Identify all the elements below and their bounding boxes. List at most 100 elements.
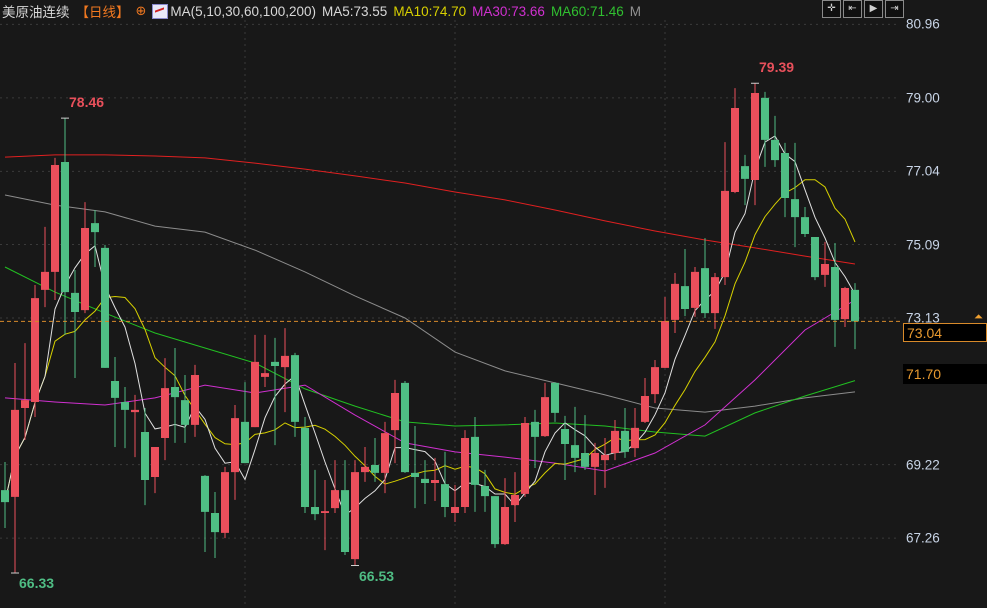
ma30-value: MA30:73.66 [472, 3, 545, 19]
candle-body [171, 387, 179, 398]
current-price-label: 73.04 [903, 323, 987, 343]
candle-body [781, 153, 789, 198]
candle [521, 417, 529, 497]
candle-body [191, 375, 199, 425]
candle [331, 460, 339, 513]
candle [71, 270, 79, 378]
candle-body [121, 402, 129, 410]
candle [831, 243, 839, 347]
candlestick-chart[interactable] [0, 0, 987, 608]
candle-body [841, 288, 849, 320]
candle-body [641, 396, 649, 422]
candle-body [661, 321, 669, 368]
candle-body [261, 373, 269, 377]
axis-tick-label: 75.09 [906, 237, 940, 252]
candle [781, 142, 789, 218]
candle [741, 154, 749, 206]
candle-body [791, 199, 799, 218]
candle-body [251, 361, 259, 428]
candle-body [561, 429, 569, 444]
candle-body [11, 409, 19, 497]
ma60-value: MA60:71.46 [550, 3, 624, 19]
candle-body [581, 453, 589, 467]
candle [611, 420, 619, 461]
candle [471, 417, 479, 512]
candle [641, 378, 649, 423]
candle-body [31, 298, 39, 402]
candle-body [391, 393, 399, 431]
candle-body [411, 472, 419, 477]
candle-body [331, 490, 339, 509]
candle-body [711, 277, 719, 314]
candle-body [431, 480, 439, 483]
candle-body [751, 93, 759, 180]
candle [801, 207, 809, 237]
candle-body [721, 190, 729, 278]
candle [651, 360, 659, 404]
ma-params[interactable]: MA(5,10,30,60,100,200) [170, 4, 316, 19]
zoom-to-start-icon[interactable]: ⇤ [843, 0, 862, 18]
candle-body [101, 247, 109, 368]
crosshair-tool-icon[interactable]: ✛ [822, 0, 841, 18]
candle [481, 469, 489, 512]
candle-body [701, 268, 709, 314]
candle [231, 405, 239, 500]
candle-body [241, 421, 249, 464]
candle-body [111, 381, 119, 398]
scroll-up-arrow-icon[interactable]: ⏶ [974, 312, 983, 323]
candle-body [131, 409, 139, 413]
candle [101, 244, 109, 368]
candle [81, 202, 89, 314]
candle-body [491, 496, 499, 545]
candle [21, 343, 29, 440]
candle-body [161, 388, 169, 438]
low-label: 66.33 [19, 575, 55, 591]
candle-body [571, 445, 579, 458]
low-label: 66.53 [359, 567, 395, 584]
candle [311, 469, 319, 521]
candle-body [221, 472, 229, 533]
candle [401, 381, 409, 473]
candle [491, 496, 499, 548]
candle [11, 363, 19, 573]
candle-body [591, 453, 599, 467]
candle [61, 118, 69, 335]
candle [721, 142, 729, 285]
candle [31, 285, 39, 417]
candle [261, 334, 269, 387]
chart-toolbar: ✛ ⇤ ▶ ⇥ [822, 0, 904, 18]
candle [531, 409, 539, 468]
candle-body [361, 466, 369, 473]
candle [501, 478, 509, 545]
candle-body [151, 447, 159, 477]
add-indicator-icon[interactable]: ⊕ [136, 3, 147, 19]
axis-tick-label: 80.96 [906, 16, 940, 32]
candle [711, 273, 719, 329]
candle-body [141, 432, 149, 480]
candle-body [531, 421, 539, 437]
candle-body [851, 289, 859, 322]
high-label: 79.39 [759, 59, 795, 76]
candle-body [731, 108, 739, 192]
candle-body [621, 430, 629, 452]
axis-tick-label: 79.00 [906, 90, 940, 106]
ma-price-label: 71.70 [903, 363, 987, 384]
candle-body [291, 355, 299, 422]
indicator-chart-icon[interactable] [152, 3, 169, 19]
candle-body [801, 217, 809, 234]
candle [421, 460, 429, 504]
candle-body [761, 97, 769, 140]
exit-icon[interactable]: ⇥ [885, 0, 904, 18]
candle [691, 267, 699, 317]
candle-body [341, 490, 349, 552]
candle-body [201, 475, 209, 512]
candle-body [351, 472, 359, 560]
play-icon[interactable]: ▶ [864, 0, 883, 18]
symbol-name[interactable]: 美原油连续 [2, 1, 70, 21]
period-selector[interactable]: 【日线】 [76, 1, 130, 21]
candle [511, 472, 519, 522]
high-label: 78.46 [69, 94, 105, 111]
candle-body [301, 427, 309, 507]
candle-body [51, 165, 59, 272]
candle [121, 387, 129, 449]
